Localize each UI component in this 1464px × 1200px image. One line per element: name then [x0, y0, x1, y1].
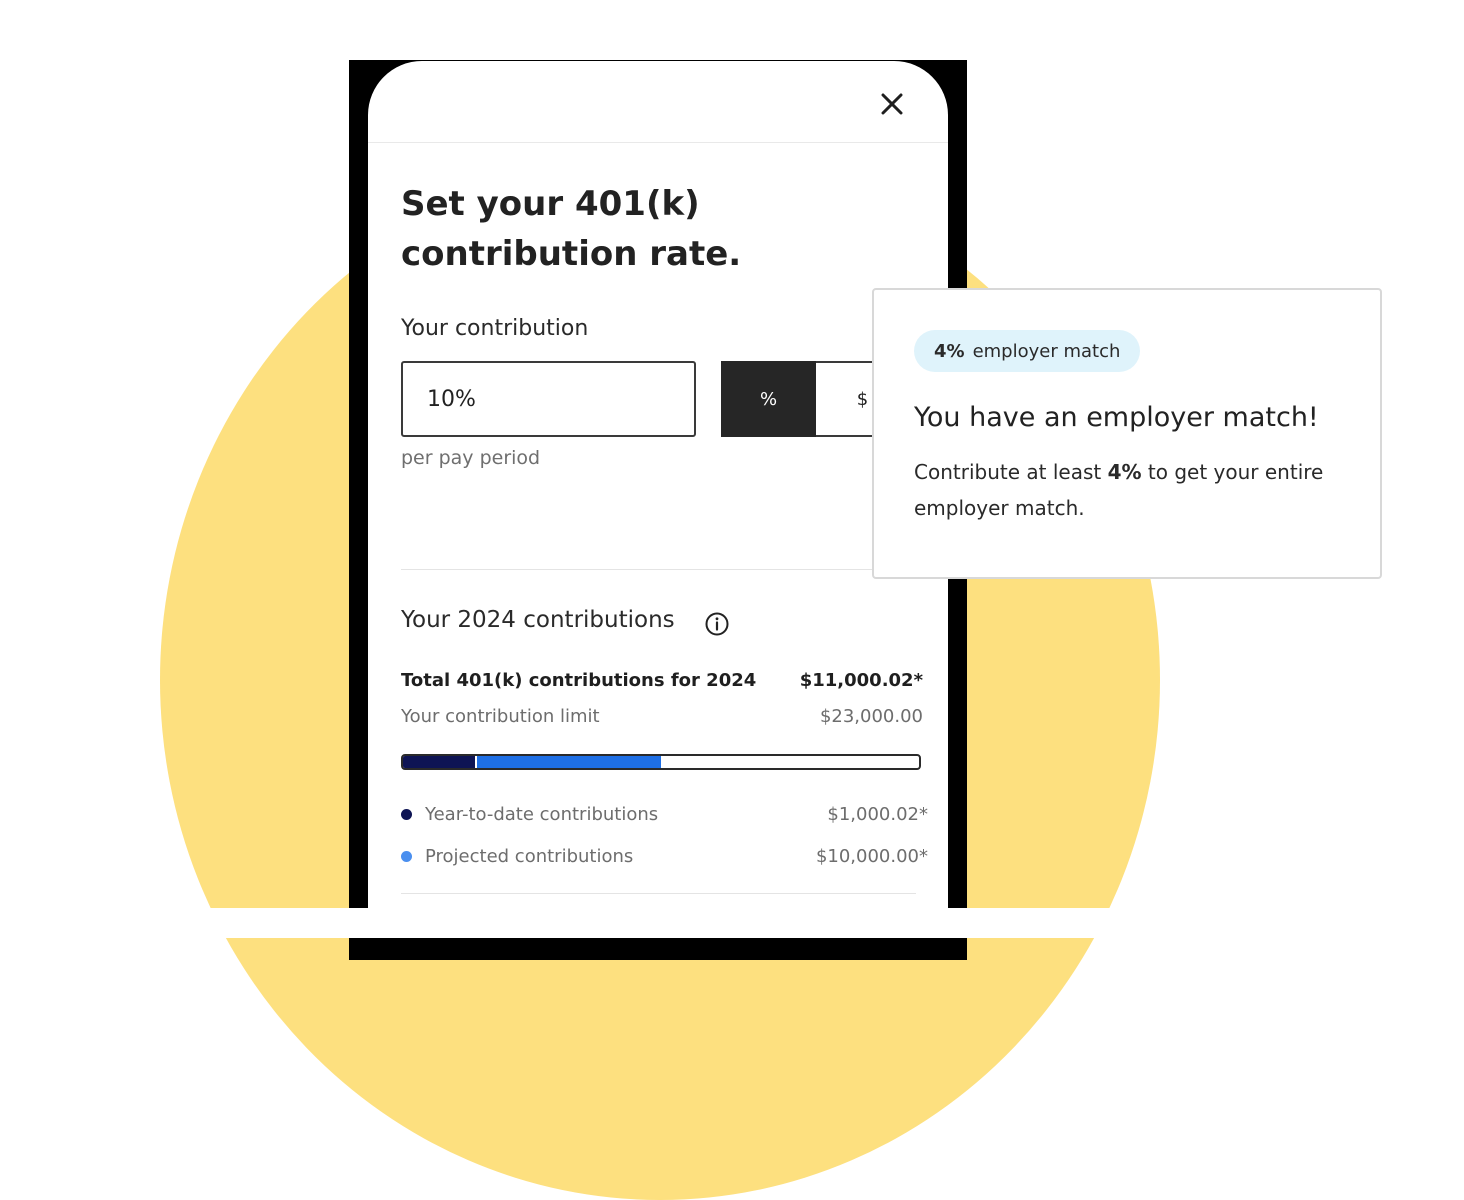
progress-ytd-segment [403, 756, 476, 768]
badge-text: employer match [972, 340, 1121, 362]
info-icon[interactable] [704, 611, 730, 637]
close-icon [881, 93, 903, 115]
match-body-pre: Contribute at least [914, 460, 1108, 484]
employer-match-body: Contribute at least 4% to get your entir… [914, 454, 1354, 526]
total-contributions-label: Total 401(k) contributions for 2024 [401, 670, 757, 691]
contributions-section-title: Your 2024 contributions [401, 607, 675, 633]
percent-toggle-button[interactable]: % [721, 361, 816, 437]
contribution-input[interactable] [401, 361, 696, 437]
contribution-dialog: Set your 401(k) contribution rate. Your … [368, 61, 948, 908]
total-contributions-value: $11,000.02* [799, 670, 923, 691]
bottom-divider [401, 893, 916, 894]
projected-legend-dot [401, 851, 412, 862]
page-title-line1: Set your 401(k) [401, 184, 700, 224]
contribution-progress-bar [401, 754, 921, 770]
projected-legend-value: $10,000.00* [815, 846, 928, 867]
ytd-legend-dot [401, 809, 412, 820]
contribution-label: Your contribution [401, 316, 589, 341]
employer-match-card: 4% employer match You have an employer m… [872, 288, 1382, 579]
progress-projected-segment [477, 756, 661, 768]
badge-percent: 4% [934, 340, 965, 362]
bottom-mask [0, 908, 1464, 938]
ytd-legend-value: $1,000.02* [827, 804, 928, 825]
close-button[interactable] [874, 86, 910, 122]
employer-match-badge: 4% employer match [914, 330, 1141, 372]
ytd-legend-label: Year-to-date contributions [425, 804, 659, 825]
contribution-limit-label: Your contribution limit [401, 706, 600, 727]
contribution-helper-text: per pay period [401, 447, 541, 469]
match-body-percent: 4% [1107, 460, 1142, 484]
header-divider [368, 142, 948, 143]
page-title-line2: contribution rate. [401, 234, 742, 274]
section-divider [401, 569, 915, 570]
page-title: Set your 401(k) contribution rate. [401, 179, 761, 279]
employer-match-title: You have an employer match! [914, 402, 1319, 433]
projected-legend-label: Projected contributions [425, 846, 634, 867]
contribution-limit-value: $23,000.00 [819, 706, 923, 727]
